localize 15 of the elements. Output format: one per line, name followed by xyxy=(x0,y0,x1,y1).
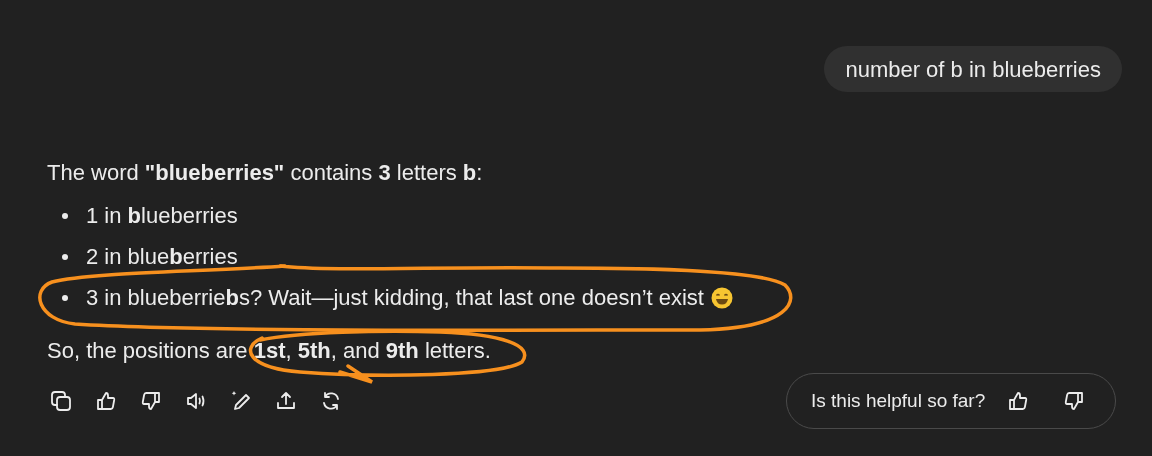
copy-icon xyxy=(49,389,73,413)
reply-paragraph: So, the positions are 1st, 5th, and 9th letters. xyxy=(47,338,492,364)
bullet-icon xyxy=(62,254,68,260)
reply-paragraph: The word "blueberries" contains 3 letters b: xyxy=(47,160,484,186)
bullet-icon xyxy=(62,213,68,219)
thumbs-up-icon xyxy=(94,389,118,413)
feedback-question: Is this helpful so far? xyxy=(811,388,986,413)
copy-button[interactable] xyxy=(48,388,74,414)
user-message: number of b in blueberries xyxy=(824,46,1122,92)
list-item: 1 in blueberries xyxy=(86,203,238,229)
list-item: 2 in blueberries xyxy=(86,244,238,270)
pencil-icon xyxy=(229,389,253,413)
list-item: 3 in blueberriebs? Wait—just kidding, that last one doesn’t exist xyxy=(86,285,704,311)
thumbs-down-icon xyxy=(139,389,163,413)
bullet-icon xyxy=(62,295,68,301)
